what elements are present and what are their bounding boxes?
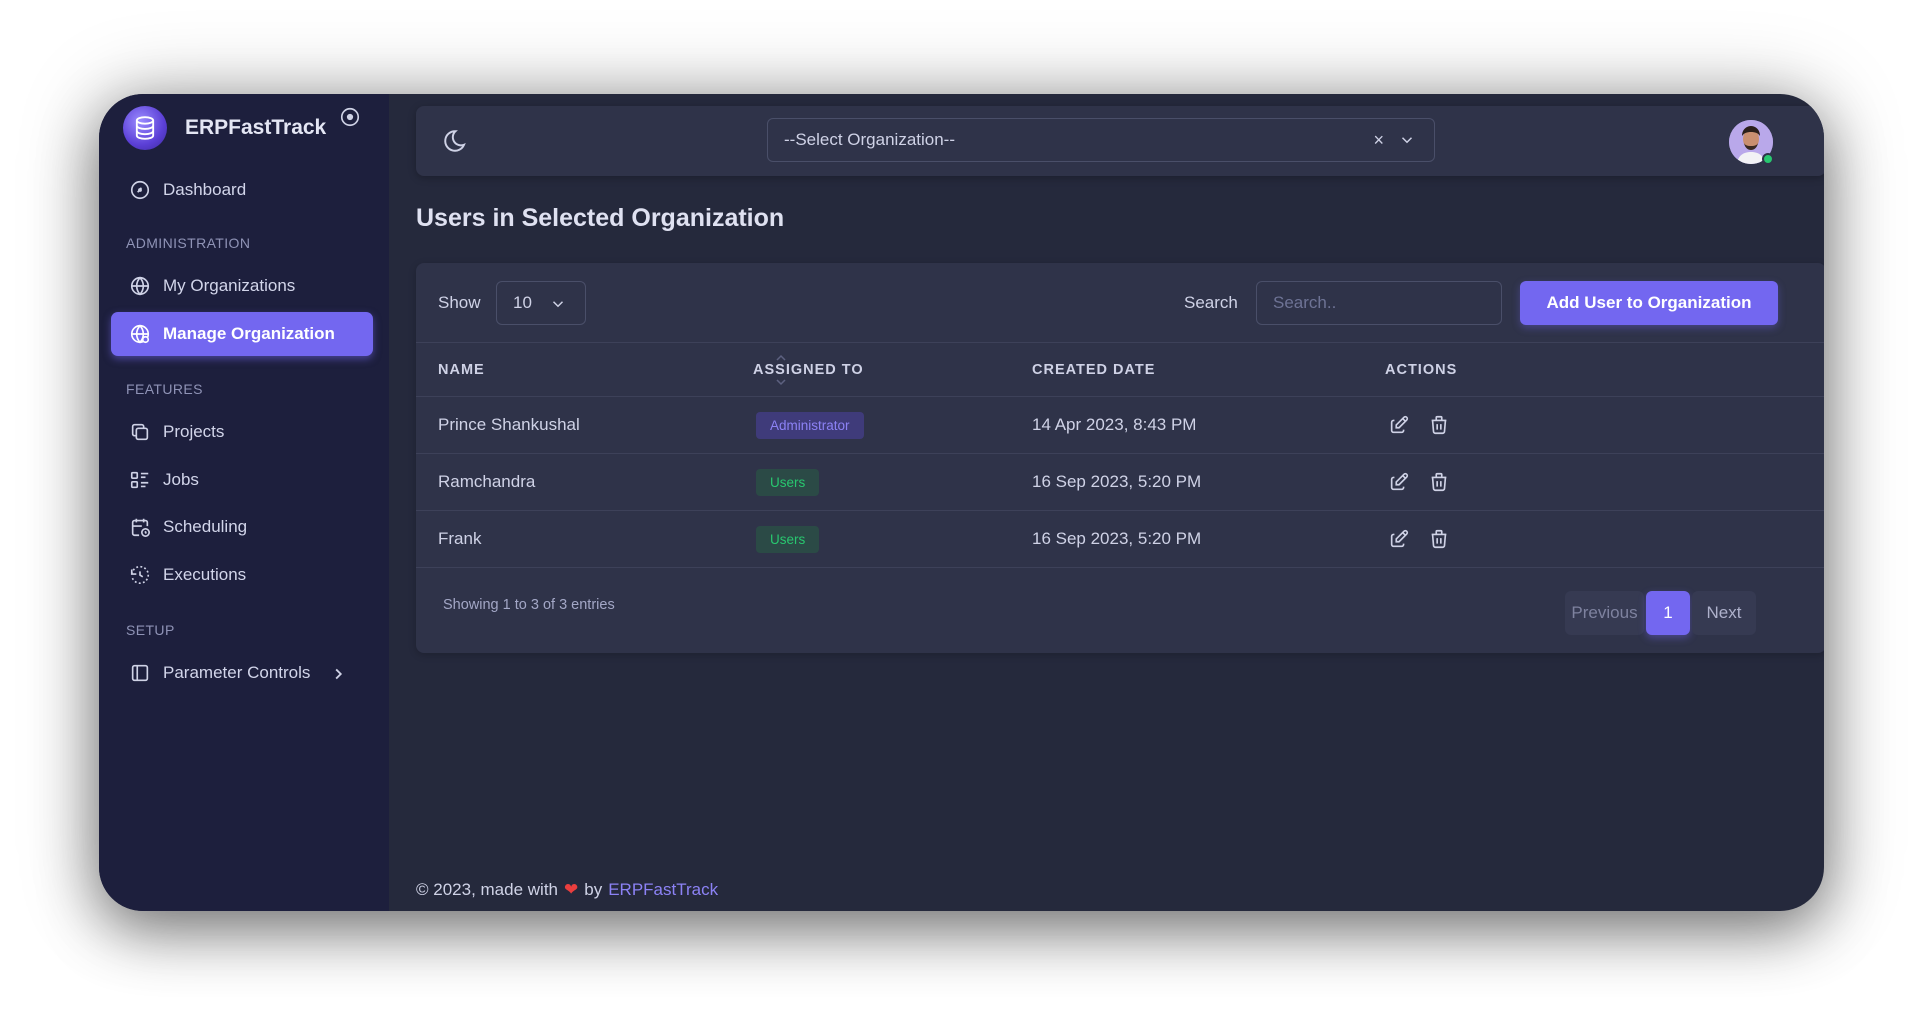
history-icon — [130, 565, 150, 584]
add-user-button[interactable]: Add User to Organization — [1520, 281, 1778, 325]
sidebar: ERPFastTrack Dashboard ADMINISTRATION My… — [99, 94, 389, 911]
online-status-dot — [1762, 153, 1774, 165]
cell-created-date: 16 Sep 2023, 5:20 PM — [1032, 529, 1202, 548]
users-table-card: Show 10 Search Add User to Organization … — [416, 263, 1824, 653]
sidebar-item-label: Jobs — [163, 470, 199, 489]
sidebar-item-label: Projects — [163, 422, 225, 441]
organization-select-placeholder: --Select Organization-- — [784, 130, 956, 149]
footer-text: © 2023, made with — [416, 880, 558, 899]
table-header: NAME ASSIGNED TO CREATED DATE ACTIONS — [416, 342, 1824, 397]
heart-icon: ❤ — [564, 880, 579, 899]
sidebar-item-label: Manage Organization — [163, 324, 335, 343]
app-window: ERPFastTrack Dashboard ADMINISTRATION My… — [99, 94, 1824, 911]
search-label: Search — [1184, 293, 1238, 312]
sidebar-item-parameter-controls[interactable]: Parameter Controls — [111, 651, 373, 695]
section-title-administration: ADMINISTRATION — [126, 235, 251, 251]
section-title-setup: SETUP — [126, 622, 175, 638]
users-table: NAME ASSIGNED TO CREATED DATE ACTIONS Pr… — [416, 342, 1824, 568]
sidebar-item-label: My Organizations — [163, 276, 296, 295]
pagination-previous-button[interactable]: Previous — [1565, 591, 1644, 635]
trash-icon[interactable] — [1428, 414, 1450, 436]
calendar-time-icon — [131, 518, 150, 537]
list-details-icon — [130, 471, 149, 489]
pagination-page-button[interactable]: 1 — [1646, 591, 1690, 635]
chevron-right-icon — [335, 668, 343, 680]
sidebar-item-label: Executions — [163, 565, 247, 584]
edit-icon[interactable] — [1388, 414, 1410, 436]
page-size-select[interactable]: 10 — [496, 281, 586, 325]
cell-created-date: 14 Apr 2023, 8:43 PM — [1032, 415, 1197, 434]
sidebar-item-jobs[interactable]: Jobs — [111, 458, 373, 502]
sidebar-item-label: Scheduling — [163, 517, 248, 536]
footer-by: by — [584, 880, 603, 899]
edit-icon[interactable] — [1388, 528, 1410, 550]
moon-icon[interactable] — [442, 128, 468, 154]
pagination-info: Showing 1 to 3 of 3 entries — [443, 597, 615, 613]
globe-settings-icon — [130, 324, 150, 344]
database-logo-icon — [123, 106, 167, 150]
sidebar-item-label: Parameter Controls — [163, 663, 311, 682]
sidebar-item-executions[interactable]: Executions — [111, 553, 373, 597]
show-label: Show — [438, 293, 481, 312]
chevron-down-icon — [552, 301, 564, 308]
top-navbar: --Select Organization-- × — [416, 106, 1824, 176]
table-row: Frank Users 16 Sep 2023, 5:20 PM — [416, 511, 1824, 568]
trash-icon[interactable] — [1428, 471, 1450, 493]
column-header-actions: ACTIONS — [1385, 362, 1458, 378]
copy-icon — [131, 423, 149, 441]
pagination-next-button[interactable]: Next — [1692, 591, 1756, 635]
trash-icon[interactable] — [1428, 528, 1450, 550]
page-title: Users in Selected Organization — [416, 204, 785, 232]
column-header-name[interactable]: NAME — [438, 362, 485, 378]
gauge-icon — [130, 180, 150, 200]
sidebar-item-label: Dashboard — [163, 180, 247, 199]
layout-sidebar-icon — [131, 664, 149, 682]
edit-icon[interactable] — [1388, 471, 1410, 493]
cell-name: Frank — [438, 529, 482, 548]
clear-icon[interactable]: × — [1373, 130, 1384, 151]
role-badge: Administrator — [756, 412, 864, 439]
cell-name: Ramchandra — [438, 472, 536, 491]
footer-brand-link[interactable]: ERPFastTrack — [608, 880, 718, 900]
section-title-features: FEATURES — [126, 381, 203, 397]
column-header-assigned-to[interactable]: ASSIGNED TO — [753, 362, 864, 378]
column-header-created-date[interactable]: CREATED DATE — [1032, 362, 1155, 378]
role-badge: Users — [756, 469, 820, 496]
brand[interactable]: ERPFastTrack — [123, 104, 326, 152]
role-badge: Users — [756, 526, 820, 553]
table-row: Ramchandra Users 16 Sep 2023, 5:20 PM — [416, 454, 1824, 511]
sidebar-item-my-organizations[interactable]: My Organizations — [111, 264, 373, 308]
sidebar-toggle-icon[interactable] — [339, 106, 361, 128]
table-row: Prince Shankushal Administrator 14 Apr 2… — [416, 397, 1824, 454]
cell-created-date: 16 Sep 2023, 5:20 PM — [1032, 472, 1202, 491]
search-input[interactable] — [1256, 281, 1502, 325]
footer: © 2023, made with ❤ by ERPFastTrack — [416, 880, 718, 900]
sidebar-item-dashboard[interactable]: Dashboard — [111, 168, 373, 212]
page-size-value: 10 — [513, 293, 532, 312]
sidebar-item-projects[interactable]: Projects — [111, 410, 373, 454]
organization-select[interactable]: --Select Organization-- × — [767, 118, 1435, 162]
sidebar-item-scheduling[interactable]: Scheduling — [111, 505, 373, 549]
cell-name: Prince Shankushal — [438, 415, 580, 434]
sidebar-item-manage-organization[interactable]: Manage Organization — [111, 312, 373, 356]
brand-name: ERPFastTrack — [185, 116, 327, 139]
chevron-down-icon[interactable] — [1398, 131, 1416, 149]
main-content: --Select Organization-- × Users in Selec… — [389, 94, 1824, 911]
globe-icon — [130, 276, 150, 296]
